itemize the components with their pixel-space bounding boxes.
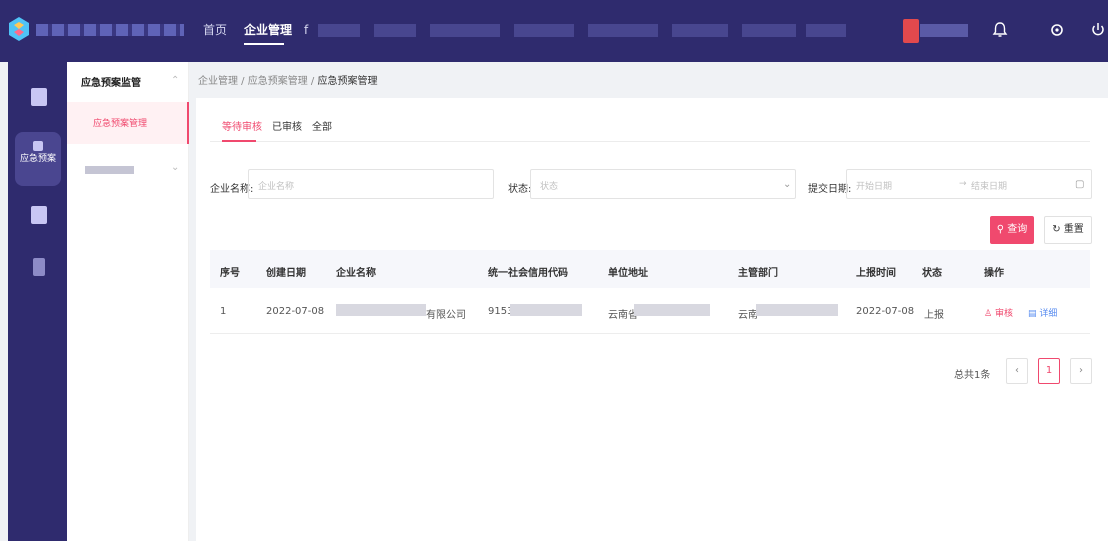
nav-item-partial[interactable]: f xyxy=(304,22,308,38)
date-end-placeholder: 结束日期 xyxy=(971,182,1008,192)
nav-home[interactable]: 首页 xyxy=(203,22,227,38)
cell-report-time: 2022-07-08 xyxy=(856,306,915,317)
rail-module-icon xyxy=(31,88,47,106)
nav-active-underline xyxy=(244,43,284,45)
nav-item-redacted[interactable] xyxy=(514,24,574,37)
submenu-group-title[interactable]: 应急预案监管 xyxy=(81,74,141,89)
calendar-icon: ▢ xyxy=(1075,179,1085,190)
top-navigation-bar: 首页 企业管理 f xyxy=(0,0,1108,62)
app-name-redacted xyxy=(36,24,184,36)
left-rail: 应急预案 xyxy=(8,62,67,541)
nav-item-redacted[interactable] xyxy=(672,24,728,37)
submit-date-range-picker[interactable]: 开始日期 → 结束日期 ▢ xyxy=(846,169,1092,199)
tab-reviewed[interactable]: 已审核 xyxy=(272,118,302,133)
submenu-group-redacted[interactable] xyxy=(85,166,134,174)
cell-address-redacted xyxy=(634,304,710,316)
tab-all[interactable]: 全部 xyxy=(312,118,332,133)
cell-credit-code-redacted xyxy=(510,304,582,316)
logo-icon xyxy=(9,17,29,41)
reset-button-label: 重置 xyxy=(1063,224,1084,235)
table-header: 序号 创建日期 企业名称 统一社会信用代码 单位地址 主管部门 上报时间 状态 … xyxy=(210,250,1090,288)
query-button[interactable]: ⚲ 查询 xyxy=(990,216,1034,244)
pagination-prev[interactable]: ‹ xyxy=(1006,358,1028,384)
column-header: 创建日期 xyxy=(266,268,306,279)
column-header: 单位地址 xyxy=(608,268,648,279)
cell-company-name-redacted xyxy=(336,304,426,316)
table-row: 1 2022-07-08 有限公司 9153 云南省 云南 2022-07-08… xyxy=(210,288,1090,334)
cell-status: 上报 xyxy=(924,310,944,321)
chevron-down-icon: ⌄ xyxy=(783,179,792,190)
rail-module-icon xyxy=(31,206,47,224)
review-action-label: 审核 xyxy=(994,309,1013,319)
rail-module-icon xyxy=(33,258,45,276)
main-content: 等待审核 已审核 全部 企业名称: 企业名称 状态: 状态 ⌄ 提交日期: 开始… xyxy=(196,98,1108,541)
nav-item-redacted[interactable] xyxy=(806,24,846,37)
reset-button[interactable]: ↻ 重置 xyxy=(1044,216,1092,244)
column-header: 上报时间 xyxy=(856,268,896,279)
cell-company-name-suffix: 有限公司 xyxy=(426,310,466,321)
chevron-right-icon: › xyxy=(1079,365,1083,376)
nav-item-redacted[interactable] xyxy=(430,24,500,37)
nav-item-redacted[interactable] xyxy=(742,24,796,37)
detail-action-label: 详细 xyxy=(1039,309,1058,319)
review-action[interactable]: ♙ 审核 xyxy=(984,306,1013,319)
breadcrumb-current: 应急预案管理 xyxy=(317,76,378,87)
tab-pending-review[interactable]: 等待审核 xyxy=(222,118,262,133)
date-range-separator: → xyxy=(959,179,967,189)
user-icon: ♙ xyxy=(984,309,993,319)
page-number: 1 xyxy=(1045,365,1053,376)
cell-dept-prefix: 云南 xyxy=(738,310,758,321)
nav-item-redacted[interactable] xyxy=(374,24,416,37)
rail-item-4[interactable] xyxy=(8,248,67,302)
submenu-item-label: 应急预案管理 xyxy=(93,119,148,129)
status-select[interactable]: 状态 ⌄ xyxy=(530,169,796,199)
cell-created-date: 2022-07-08 xyxy=(266,306,325,317)
nav-item-redacted[interactable] xyxy=(588,24,658,37)
breadcrumb: 企业管理 / 应急预案管理 / 应急预案管理 xyxy=(198,72,377,87)
bell-icon[interactable] xyxy=(988,18,1012,42)
nav-enterprise-management[interactable]: 企业管理 xyxy=(244,22,292,38)
detail-action[interactable]: ▤ 详细 xyxy=(1028,306,1057,319)
submit-date-label: 提交日期: xyxy=(808,184,852,195)
column-header: 操作 xyxy=(984,268,1004,279)
column-header: 状态 xyxy=(922,268,942,279)
nav-item-redacted[interactable] xyxy=(318,24,360,37)
avatar[interactable] xyxy=(903,19,919,43)
rail-item-3[interactable] xyxy=(8,194,67,248)
column-header: 统一社会信用代码 xyxy=(488,268,568,279)
query-button-label: 查询 xyxy=(1007,224,1028,235)
sub-menu: 应急预案监管 ⌃ 应急预案管理 ⌄ xyxy=(67,62,189,541)
chevron-left-icon: ‹ xyxy=(1015,365,1019,376)
document-icon xyxy=(33,141,43,151)
pagination-next[interactable]: › xyxy=(1070,358,1092,384)
user-name-redacted[interactable] xyxy=(920,24,968,37)
company-name-label: 企业名称: xyxy=(210,184,254,195)
reset-icon: ↻ xyxy=(1052,224,1061,235)
chevron-up-icon[interactable]: ⌃ xyxy=(171,75,179,86)
column-header: 主管部门 xyxy=(738,268,778,279)
gear-icon[interactable] xyxy=(1045,18,1069,42)
rail-item-label: 应急预案 xyxy=(19,154,56,164)
submenu-item-emergency-plan-management[interactable]: 应急预案管理 xyxy=(67,102,189,144)
chevron-down-icon[interactable]: ⌄ xyxy=(171,162,179,173)
cell-index: 1 xyxy=(220,306,227,317)
document-icon: ▤ xyxy=(1028,309,1037,319)
company-name-input[interactable]: 企业名称 xyxy=(248,169,494,199)
status-label: 状态: xyxy=(508,184,532,195)
rail-item-1[interactable] xyxy=(8,70,67,124)
company-name-placeholder: 企业名称 xyxy=(258,182,295,192)
column-header: 序号 xyxy=(220,268,240,279)
column-header: 企业名称 xyxy=(336,268,376,279)
pagination-page[interactable]: 1 xyxy=(1038,358,1060,384)
breadcrumb-path[interactable]: 企业管理 / 应急预案管理 / xyxy=(198,76,317,87)
pagination-total: 总共1条 xyxy=(954,370,991,381)
status-tabs: 等待审核 已审核 全部 xyxy=(210,114,1090,142)
search-icon: ⚲ xyxy=(996,224,1005,235)
rail-item-emergency-plan[interactable]: 应急预案 xyxy=(15,132,61,186)
power-icon[interactable] xyxy=(1089,18,1107,42)
tab-active-underline xyxy=(222,140,256,142)
date-start-placeholder: 开始日期 xyxy=(856,182,893,192)
cell-dept-redacted xyxy=(756,304,838,316)
status-placeholder: 状态 xyxy=(540,182,559,192)
